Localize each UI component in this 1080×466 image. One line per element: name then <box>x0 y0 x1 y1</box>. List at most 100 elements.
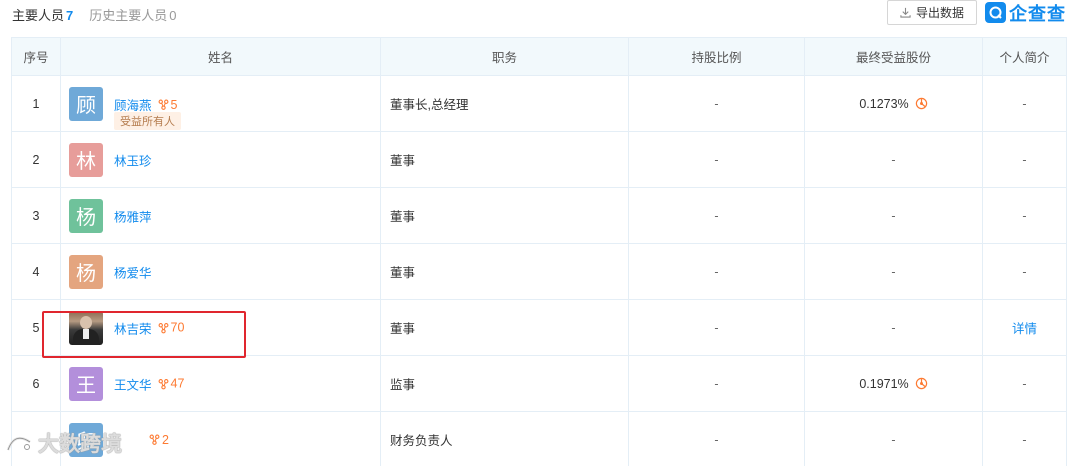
tab-main-personnel[interactable]: 主要人员 7 <box>12 5 73 24</box>
table-row: 4 杨 杨爱华 董事 - - - <box>11 243 1067 300</box>
position-cell: 董事长,总经理 <box>380 75 629 132</box>
final-share-cell: 0.1971% <box>804 355 983 412</box>
person-name-link[interactable]: 王文华 <box>114 374 152 393</box>
beneficial-owner-badge: 受益所有人 <box>114 112 181 130</box>
final-share-value: 0.1971% <box>859 376 909 391</box>
bio-cell: - <box>982 411 1067 466</box>
name-cell: 杨 杨爱华 <box>61 244 380 299</box>
bio-cell: - <box>982 355 1067 412</box>
relation-count-link[interactable]: 5 <box>158 97 178 112</box>
bio-cell: - <box>982 75 1067 132</box>
row-index <box>11 411 61 466</box>
final-share-cell: - <box>804 411 983 466</box>
avatar[interactable]: 王 <box>69 366 103 401</box>
brand-logo: 企查查 <box>985 0 1066 25</box>
export-data-button[interactable]: 导出数据 <box>887 0 977 25</box>
avatar[interactable]: 顾 <box>69 86 103 121</box>
table-row: 卯 2 财务负责人 - - - <box>11 411 1067 466</box>
name-cell: 杨 杨雅萍 <box>61 188 380 243</box>
bio-cell: - <box>982 187 1067 244</box>
row-index: 4 <box>11 243 61 300</box>
table-row: 5 林吉荣 70 董事 - - 详情 <box>11 299 1067 356</box>
avatar[interactable]: 卯 <box>69 422 103 457</box>
tab-label: 历史主要人员 <box>89 7 168 23</box>
relation-count: 47 <box>170 376 185 391</box>
relation-network-icon <box>149 434 160 445</box>
logo-mark-icon <box>985 2 1006 23</box>
row-index: 6 <box>11 355 61 412</box>
final-share-cell: 0.1273% <box>804 75 983 132</box>
row-index: 1 <box>11 75 61 132</box>
person-name-link[interactable]: 林玉珍 <box>114 150 152 169</box>
position-cell: 监事 <box>380 355 629 412</box>
holding-cell: - <box>628 131 805 188</box>
position-cell: 董事 <box>380 299 629 356</box>
bio-cell: - <box>982 131 1067 188</box>
final-share-value: 0.1273% <box>859 96 909 111</box>
final-share-cell: - <box>804 131 983 188</box>
final-share-cell: - <box>804 187 983 244</box>
name-cell: 林吉荣 70 <box>61 300 380 355</box>
row-index: 2 <box>11 131 61 188</box>
relation-count-link[interactable]: 47 <box>158 376 185 391</box>
tab-label: 主要人员 <box>12 7 65 23</box>
header-name: 姓名 <box>60 37 381 76</box>
row-index: 3 <box>11 187 61 244</box>
bio-cell: - <box>982 243 1067 300</box>
equity-chart-icon[interactable] <box>915 97 928 110</box>
download-icon <box>900 7 911 18</box>
person-name-link[interactable]: 杨爱华 <box>114 262 152 281</box>
bio-detail-link[interactable]: 详情 <box>1012 322 1037 336</box>
tab-count: 0 <box>169 7 177 23</box>
brand-name: 企查查 <box>1009 3 1066 24</box>
holding-cell: - <box>628 243 805 300</box>
name-cell: 卯 2 <box>61 412 380 466</box>
avatar[interactable]: 杨 <box>69 198 103 233</box>
equity-chart-icon[interactable] <box>915 377 928 390</box>
export-label: 导出数据 <box>915 6 964 20</box>
person-name-link[interactable]: 林吉荣 <box>114 318 152 337</box>
personnel-table: 序号 姓名 职务 持股比例 最终受益股份 个人简介 1 顾 顾海燕 5 受益所有… <box>11 37 1067 466</box>
holding-cell: - <box>628 355 805 412</box>
header-holding: 持股比例 <box>628 37 805 76</box>
position-cell: 董事 <box>380 243 629 300</box>
holding-cell: - <box>628 299 805 356</box>
name-cell: 王 王文华 47 <box>61 356 380 411</box>
position-cell: 财务负责人 <box>380 411 629 466</box>
table-row: 2 林 林玉珍 董事 - - - <box>11 131 1067 188</box>
table-row: 1 顾 顾海燕 5 受益所有人 董事长,总经理 - 0.1273% - <box>11 75 1067 132</box>
header-position: 职务 <box>380 37 629 76</box>
position-cell: 董事 <box>380 131 629 188</box>
personnel-tabs: 主要人员 7 历史主要人员 0 <box>12 0 193 28</box>
holding-cell: - <box>628 411 805 466</box>
holding-cell: - <box>628 187 805 244</box>
tab-history-personnel[interactable]: 历史主要人员 0 <box>89 5 176 24</box>
avatar-photo[interactable] <box>69 310 103 345</box>
relation-count-link[interactable]: 70 <box>158 320 185 335</box>
table-header-row: 序号 姓名 职务 持股比例 最终受益股份 个人简介 <box>11 37 1067 76</box>
relation-count-link[interactable]: 2 <box>149 433 169 447</box>
table-row: 3 杨 杨雅萍 董事 - - - <box>11 187 1067 244</box>
avatar[interactable]: 杨 <box>69 254 103 289</box>
tab-count: 7 <box>66 7 74 23</box>
relation-count: 5 <box>170 97 178 112</box>
header-index: 序号 <box>11 37 61 76</box>
relation-count: 70 <box>170 320 185 335</box>
header-bio: 个人简介 <box>982 37 1067 76</box>
final-share-cell: - <box>804 243 983 300</box>
bio-cell: 详情 <box>982 299 1067 356</box>
name-cell: 顾 顾海燕 5 受益所有人 <box>61 76 380 131</box>
name-cell: 林 林玉珍 <box>61 132 380 187</box>
relation-network-icon <box>158 322 168 333</box>
header-final-share: 最终受益股份 <box>804 37 983 76</box>
position-cell: 董事 <box>380 187 629 244</box>
relation-network-icon <box>158 99 168 110</box>
relation-network-icon <box>158 378 168 389</box>
person-name-link[interactable]: 杨雅萍 <box>114 206 152 225</box>
table-row: 6 王 王文华 47 监事 - 0.1971% - <box>11 355 1067 412</box>
avatar[interactable]: 林 <box>69 142 103 177</box>
row-index: 5 <box>11 299 61 356</box>
final-share-cell: - <box>804 299 983 356</box>
holding-cell: - <box>628 75 805 132</box>
relation-count: 2 <box>162 432 169 447</box>
